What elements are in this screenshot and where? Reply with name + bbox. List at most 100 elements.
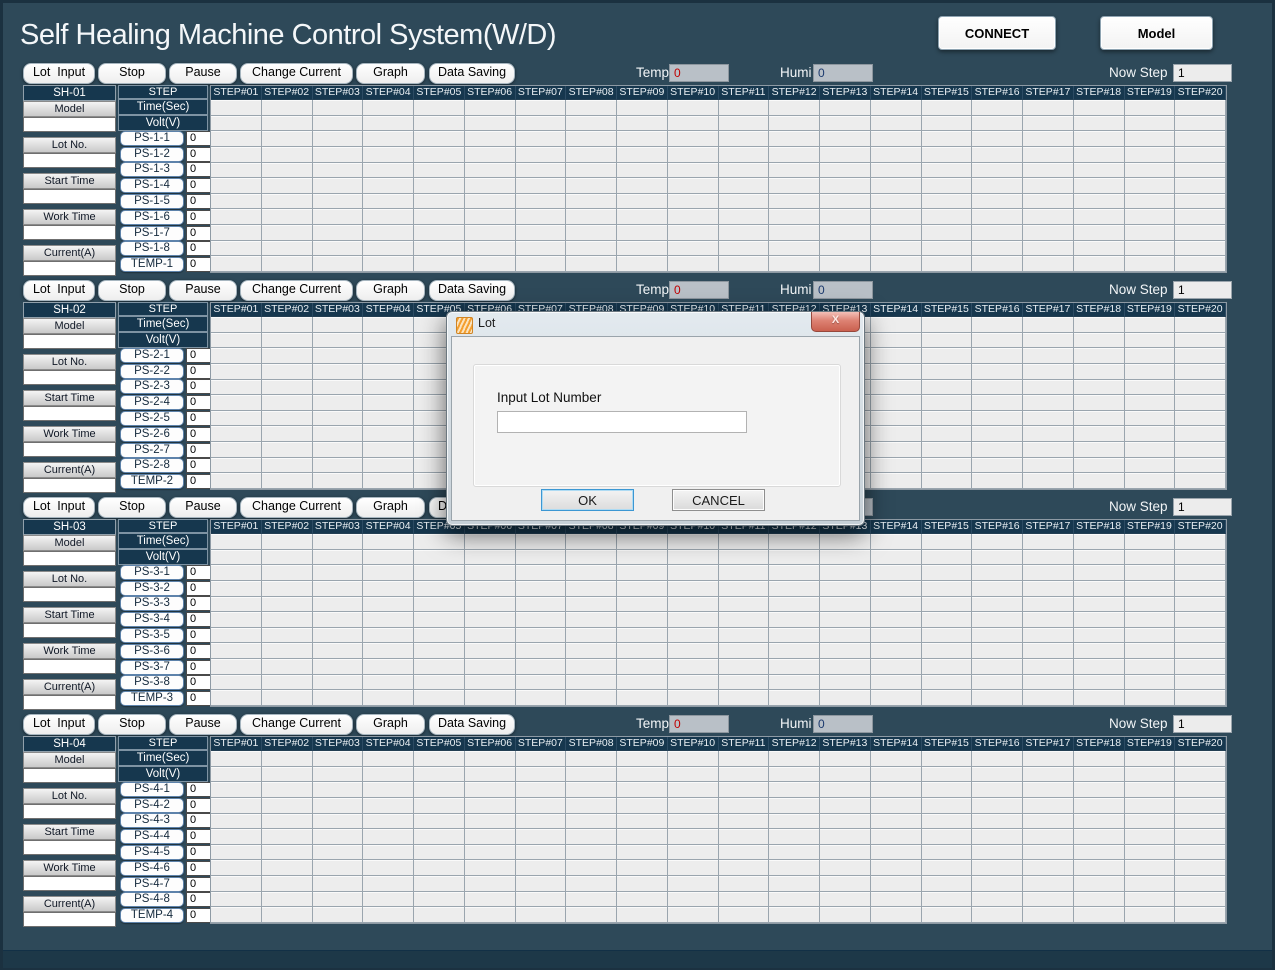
ps-channel-button[interactable]: PS-1-8 bbox=[120, 241, 184, 256]
ps-channel-button[interactable]: PS-4-4 bbox=[120, 829, 184, 844]
ps-channel-button[interactable]: PS-1-1 bbox=[120, 131, 184, 146]
ps-channel-button[interactable]: PS-2-1 bbox=[120, 348, 184, 363]
graph-button[interactable]: Graph bbox=[356, 63, 425, 84]
ps-channel-button[interactable]: PS-1-7 bbox=[120, 226, 184, 241]
model-field[interactable] bbox=[23, 551, 116, 566]
ps-channel-button[interactable]: PS-3-6 bbox=[120, 644, 184, 659]
start-time-field[interactable] bbox=[23, 623, 116, 638]
model-field[interactable] bbox=[23, 768, 116, 783]
ps-channel-button[interactable]: PS-1-4 bbox=[120, 178, 184, 193]
ps-channel-button[interactable]: PS-2-3 bbox=[120, 379, 184, 394]
dialog-titlebar[interactable]: Lot X bbox=[447, 312, 864, 336]
now-step-value[interactable]: 1 bbox=[1173, 64, 1232, 82]
graph-button[interactable]: Graph bbox=[356, 280, 425, 301]
ps-channel-button[interactable]: PS-3-8 bbox=[120, 675, 184, 690]
start-time-field[interactable] bbox=[23, 189, 116, 204]
temp-channel-button[interactable]: TEMP-4 bbox=[120, 908, 184, 923]
lot-input-button[interactable]: Lot Input bbox=[23, 63, 95, 84]
ps-channel-button[interactable]: PS-3-3 bbox=[120, 596, 184, 611]
change-current-button[interactable]: Change Current bbox=[240, 714, 353, 735]
humi-value: 0 bbox=[813, 64, 873, 82]
lot-input-button[interactable]: Lot Input bbox=[23, 280, 95, 301]
now-step-value[interactable]: 1 bbox=[1173, 281, 1232, 299]
pause-button[interactable]: Pause bbox=[169, 714, 237, 735]
current-field[interactable] bbox=[23, 478, 116, 493]
current-field[interactable] bbox=[23, 912, 116, 927]
temp-channel-button[interactable]: TEMP-2 bbox=[120, 474, 184, 489]
grid-cell bbox=[922, 442, 973, 458]
cancel-button[interactable]: CANCEL bbox=[672, 489, 765, 511]
model-field[interactable] bbox=[23, 334, 116, 349]
ps-channel-button[interactable]: PS-4-3 bbox=[120, 813, 184, 828]
grid-cell bbox=[414, 100, 465, 116]
ps-channel-button[interactable]: PS-2-2 bbox=[120, 364, 184, 379]
ps-channel-button[interactable]: PS-3-1 bbox=[120, 565, 184, 580]
ps-channel-button[interactable]: PS-4-8 bbox=[120, 892, 184, 907]
model-button[interactable]: Model bbox=[1100, 16, 1213, 50]
model-field[interactable] bbox=[23, 117, 116, 132]
ps-channel-button[interactable]: PS-4-2 bbox=[120, 798, 184, 813]
stop-button[interactable]: Stop bbox=[98, 497, 166, 518]
grid-cell bbox=[719, 256, 770, 272]
lot-no-field[interactable] bbox=[23, 153, 116, 168]
ps-channel-button[interactable]: PS-3-5 bbox=[120, 628, 184, 643]
grid-cell bbox=[1023, 892, 1074, 908]
grid-cell bbox=[972, 380, 1023, 396]
current-field[interactable] bbox=[23, 695, 116, 710]
grid-cell bbox=[820, 643, 871, 659]
ps-channel-button[interactable]: PS-1-3 bbox=[120, 162, 184, 177]
change-current-button[interactable]: Change Current bbox=[240, 497, 353, 518]
now-step-value[interactable]: 1 bbox=[1173, 498, 1232, 516]
ps-channel-button[interactable]: PS-3-7 bbox=[120, 660, 184, 675]
ps-channel-button[interactable]: PS-1-5 bbox=[120, 194, 184, 209]
lot-number-input[interactable] bbox=[497, 411, 747, 433]
stop-button[interactable]: Stop bbox=[98, 280, 166, 301]
start-time-field[interactable] bbox=[23, 406, 116, 421]
ps-channel-button[interactable]: PS-4-7 bbox=[120, 877, 184, 892]
ps-channel-button[interactable]: PS-2-5 bbox=[120, 411, 184, 426]
graph-button[interactable]: Graph bbox=[356, 714, 425, 735]
lot-no-field[interactable] bbox=[23, 587, 116, 602]
data-saving-button[interactable]: Data Saving bbox=[429, 280, 515, 301]
connect-button[interactable]: CONNECT bbox=[938, 16, 1056, 50]
stop-button[interactable]: Stop bbox=[98, 714, 166, 735]
data-saving-button[interactable]: Data Saving bbox=[429, 714, 515, 735]
ps-channel-button[interactable]: PS-3-2 bbox=[120, 581, 184, 596]
grid-cell bbox=[211, 100, 262, 116]
change-current-button[interactable]: Change Current bbox=[240, 280, 353, 301]
ps-channel-button[interactable]: PS-2-4 bbox=[120, 395, 184, 410]
grid-cell bbox=[566, 116, 617, 132]
change-current-button[interactable]: Change Current bbox=[240, 63, 353, 84]
pause-button[interactable]: Pause bbox=[169, 497, 237, 518]
ps-channel-button[interactable]: PS-4-6 bbox=[120, 861, 184, 876]
ps-channel-button[interactable]: PS-4-5 bbox=[120, 845, 184, 860]
ps-channel-button[interactable]: PS-2-7 bbox=[120, 443, 184, 458]
data-saving-button[interactable]: Data Saving bbox=[429, 63, 515, 84]
current-field[interactable] bbox=[23, 261, 116, 276]
ps-channel-button[interactable]: PS-1-2 bbox=[120, 147, 184, 162]
temp-channel-button[interactable]: TEMP-3 bbox=[120, 691, 184, 706]
lot-no-field[interactable] bbox=[23, 370, 116, 385]
work-time-field[interactable] bbox=[23, 442, 116, 457]
graph-button[interactable]: Graph bbox=[356, 497, 425, 518]
ps-channel-button[interactable]: PS-4-1 bbox=[120, 782, 184, 797]
work-time-field[interactable] bbox=[23, 659, 116, 674]
work-time-field[interactable] bbox=[23, 876, 116, 891]
work-time-field[interactable] bbox=[23, 225, 116, 240]
grid-cell bbox=[922, 458, 973, 474]
ps-channel-button[interactable]: PS-2-8 bbox=[120, 458, 184, 473]
pause-button[interactable]: Pause bbox=[169, 280, 237, 301]
start-time-field[interactable] bbox=[23, 840, 116, 855]
lot-input-button[interactable]: Lot Input bbox=[23, 714, 95, 735]
ok-button[interactable]: OK bbox=[541, 489, 634, 511]
lot-no-field[interactable] bbox=[23, 804, 116, 819]
now-step-value[interactable]: 1 bbox=[1173, 715, 1232, 733]
ps-channel-button[interactable]: PS-1-6 bbox=[120, 210, 184, 225]
lot-input-button[interactable]: Lot Input bbox=[23, 497, 95, 518]
pause-button[interactable]: Pause bbox=[169, 63, 237, 84]
close-icon[interactable]: X bbox=[811, 312, 860, 332]
temp-channel-button[interactable]: TEMP-1 bbox=[120, 257, 184, 272]
stop-button[interactable]: Stop bbox=[98, 63, 166, 84]
ps-channel-button[interactable]: PS-2-6 bbox=[120, 427, 184, 442]
ps-channel-button[interactable]: PS-3-4 bbox=[120, 612, 184, 627]
